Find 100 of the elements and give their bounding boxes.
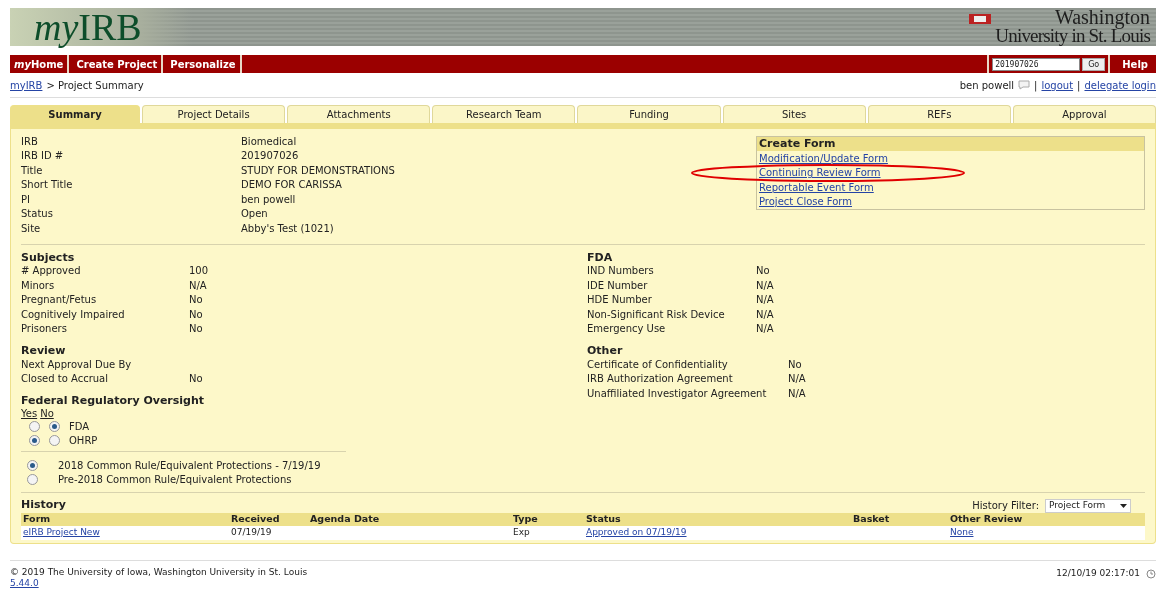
option-label: 2018 Common Rule/Equivalent Protections - 7/19/19 (58, 458, 321, 473)
copyright-text: © 2019 The University of Iowa, Washington University in St. Louis (10, 567, 308, 578)
help-button[interactable]: Help (1114, 55, 1156, 73)
create-form-link[interactable]: Project Close Form (759, 194, 852, 210)
radio-button[interactable] (49, 434, 60, 446)
timestamp: 12/10/19 02:17:01 (1056, 567, 1140, 580)
tab[interactable]: Approval (1012, 105, 1156, 123)
history-filter-dropdown[interactable]: Project Form (1045, 498, 1131, 513)
nav-link[interactable]: myHome (10, 55, 70, 73)
project-search-field[interactable]: 201907026 (992, 57, 1081, 71)
radio-button[interactable] (29, 420, 40, 432)
separator: | (1077, 78, 1081, 93)
section-heading: Federal Regulatory Oversight (21, 393, 206, 407)
section-heading: History (21, 496, 66, 513)
field-value: 100 (189, 264, 209, 279)
create-form-heading: Create Form (757, 137, 1144, 151)
column-header: Type (512, 512, 539, 527)
field-label: IRB (21, 134, 39, 149)
section-heading: Review (21, 343, 67, 357)
field-value: ben powell (241, 192, 296, 207)
radio-button[interactable] (29, 434, 40, 446)
column-heading: No (40, 406, 54, 421)
field-label: Emergency Use (587, 322, 667, 337)
field-label: Unaffiliated Investigator Agreement (587, 386, 768, 401)
speech-bubble-icon (1018, 80, 1031, 90)
field-label: IRB ID # (21, 149, 65, 164)
version-link[interactable]: 5.44.0 (10, 578, 308, 589)
column-heading: Yes (21, 406, 38, 421)
field-label: PI (21, 192, 31, 207)
radio-button[interactable] (49, 420, 60, 432)
option-label: Pre-2018 Common Rule/Equivalent Protections (58, 473, 292, 488)
field-value: No (189, 322, 203, 337)
tab[interactable]: Project Details (142, 105, 286, 123)
crest-icon (969, 14, 992, 24)
create-form-link[interactable]: Reportable Event Form (759, 179, 874, 195)
table-link[interactable]: None (950, 527, 974, 538)
field-value: Abby's Test (1021) (241, 221, 334, 236)
tab[interactable]: Research Team (432, 105, 576, 123)
field-label: Next Approval Due By (21, 357, 133, 372)
column-header: Form (22, 512, 52, 527)
user-name: ben powell (959, 78, 1015, 93)
tab[interactable]: Attachments (287, 105, 431, 123)
section-heading: Other (587, 343, 624, 357)
field-label: Prisoners (21, 322, 68, 337)
section-heading: Subjects (21, 249, 76, 264)
field-value: Open (241, 207, 268, 222)
clock-icon (1146, 568, 1156, 579)
field-label: IND Numbers (587, 264, 655, 279)
tab[interactable]: Funding (577, 105, 721, 123)
field-label: Cognitively Impaired (21, 307, 126, 322)
column-header: Other Review (949, 512, 1024, 527)
field-value: No (189, 307, 203, 322)
table-link[interactable]: Approved on 07/19/19 (586, 527, 687, 538)
column-header: Received (230, 512, 281, 527)
breadcrumb-text: > Project Summary (46, 78, 144, 93)
field-value: N/A (756, 293, 774, 308)
table-cell: 07/19/19 (231, 527, 272, 538)
option-label: OHRP (69, 433, 98, 448)
tab[interactable]: REFs (867, 105, 1011, 123)
field-label: HDE Number (587, 293, 653, 308)
caret-icon (1120, 503, 1127, 508)
field-label: IDE Number (587, 278, 649, 293)
field-value: No (788, 357, 802, 372)
column-header: Agenda Date (309, 512, 381, 527)
field-value: No (189, 372, 203, 387)
field-value: 201907026 (241, 149, 299, 164)
tab[interactable]: Sites (722, 105, 866, 123)
tab[interactable]: Summary (10, 105, 140, 123)
field-value: N/A (788, 386, 806, 401)
field-label: Non-Significant Risk Device (587, 307, 726, 322)
field-label: Minors (21, 278, 56, 293)
breadcrumb-link[interactable]: myIRB (10, 77, 43, 93)
nav-link[interactable]: Personalize (166, 55, 242, 73)
field-value: N/A (756, 307, 774, 322)
field-value: N/A (756, 322, 774, 337)
field-label: # Approved (21, 264, 82, 279)
field-label: Title (21, 163, 44, 178)
radio-button[interactable] (27, 459, 38, 471)
field-value: STUDY FOR DEMONSTRATIONS (241, 163, 395, 178)
field-label: Site (21, 221, 42, 236)
table-link[interactable]: eIRB Project New (23, 527, 100, 538)
field-label: Certificate of Confidentiality (587, 357, 729, 372)
user-link[interactable]: delegate login (1084, 77, 1156, 93)
field-value: N/A (756, 278, 774, 293)
field-label: Closed to Accrual (21, 372, 109, 387)
field-label: Status (21, 207, 54, 222)
user-link[interactable]: logout (1041, 77, 1074, 93)
section-heading: FDA (587, 249, 614, 264)
table-cell: Exp (513, 527, 530, 538)
create-form-link[interactable]: Modification/Update Form (759, 150, 888, 166)
nav-link[interactable]: Create Project (72, 55, 164, 73)
field-value: No (756, 264, 770, 279)
radio-button[interactable] (27, 474, 38, 486)
field-value: N/A (788, 372, 806, 387)
option-label: FDA (69, 419, 90, 434)
field-value: DEMO FOR CARISSA (241, 178, 342, 193)
field-label: Pregnant/Fetus (21, 293, 98, 308)
separator: | (1034, 78, 1038, 93)
field-value: Biomedical (241, 134, 297, 149)
go-button[interactable]: Go (1082, 57, 1106, 71)
